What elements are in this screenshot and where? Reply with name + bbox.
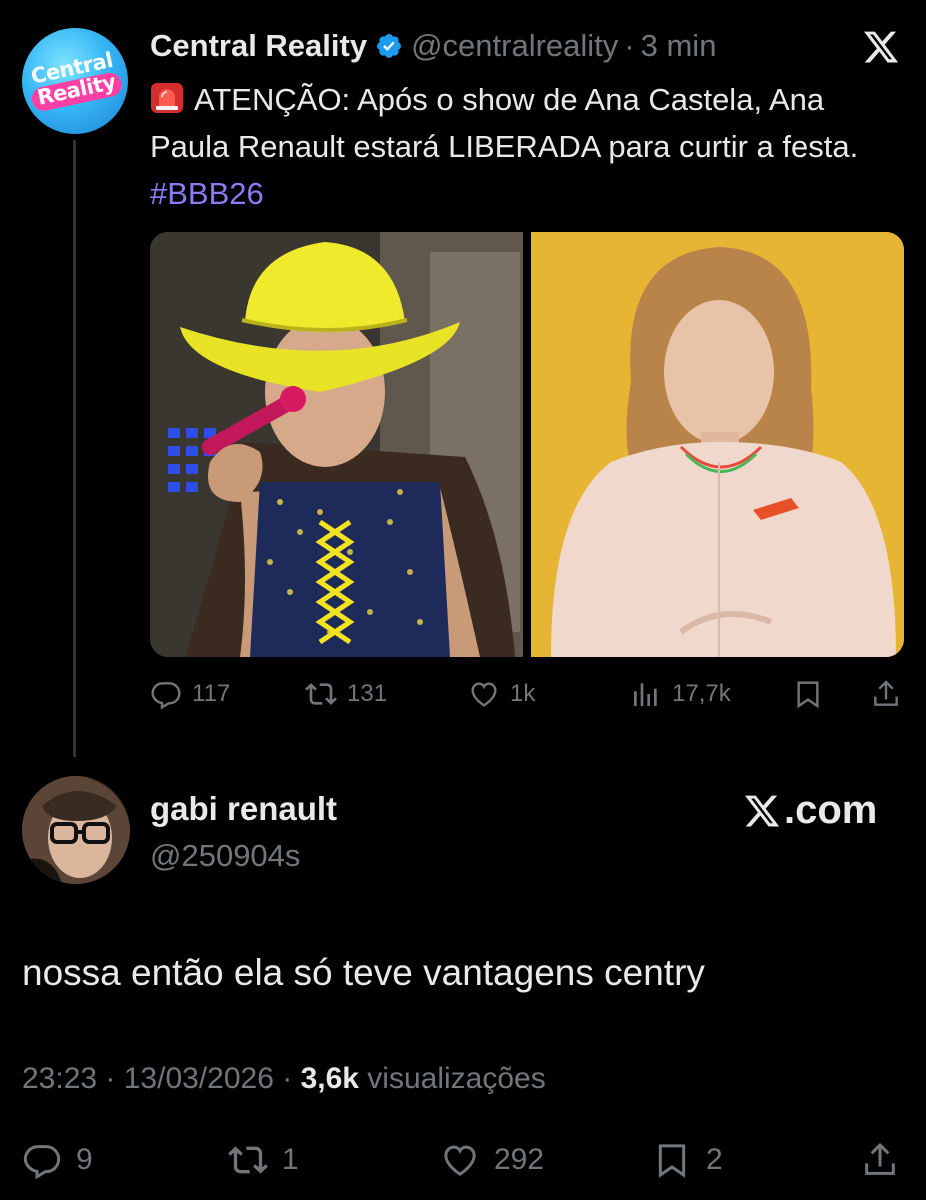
hashtag-link[interactable]: #BBB26	[150, 176, 264, 211]
share-button[interactable]	[870, 678, 912, 710]
siren-icon	[151, 83, 183, 113]
share-icon	[874, 680, 898, 706]
repost-count: 131	[347, 680, 388, 707]
reply-reply-button[interactable]: 9	[22, 1140, 93, 1180]
avatar-logo-text: Central Reality	[26, 48, 125, 113]
author-handle[interactable]: @centralreality	[411, 28, 618, 64]
bookmark-button[interactable]	[792, 678, 834, 710]
reply-views-count: 3,6k	[300, 1062, 359, 1095]
reply-share-button[interactable]	[860, 1140, 914, 1180]
verified-badge-icon	[377, 34, 402, 58]
reply-text: nossa então ela só teve vantagens centry	[22, 952, 705, 993]
like-count: 1k	[510, 680, 536, 707]
photo-woman-yellow-background[interactable]	[531, 232, 904, 657]
views-button[interactable]: 17,7k	[630, 678, 731, 710]
reply-count: 117	[192, 680, 231, 707]
reply-like-count: 292	[494, 1143, 545, 1176]
reply-bookmark-count: 2	[706, 1143, 723, 1176]
heart-icon	[471, 682, 497, 707]
reply-views-label: visualizações	[367, 1062, 546, 1095]
gabi-avatar-art	[22, 776, 130, 884]
tweet-header: Central Reality @centralreality · 3 min	[150, 26, 716, 66]
tweet-body: ATENÇÃO: Após o show de Ana Castela, Ana…	[150, 82, 859, 164]
tweet-text: ATENÇÃO: Após o show de Ana Castela, Ana…	[150, 76, 890, 217]
reply-action-bar: 9 1 292 2	[22, 1140, 908, 1182]
heart-icon	[444, 1145, 476, 1176]
reply-timestamp[interactable]: 23:23 · 13/03/2026 ·	[22, 1062, 292, 1095]
reply-bookmark-button[interactable]: 2	[652, 1140, 723, 1180]
separator-dot: ·	[624, 28, 635, 63]
bookmark-icon	[797, 681, 819, 709]
tweet-time[interactable]: 3 min	[641, 28, 717, 64]
reply-button[interactable]: 117	[150, 678, 230, 710]
reply-repost-count: 1	[282, 1143, 299, 1176]
central-reality-avatar[interactable]: Central Reality	[22, 28, 128, 134]
bookmark-icon	[658, 1144, 686, 1178]
reply-like-button[interactable]: 292	[440, 1140, 544, 1180]
woman-photo-art	[531, 232, 904, 657]
repost-icon	[228, 1146, 268, 1174]
reply-icon	[23, 1145, 61, 1180]
author-display-name[interactable]: Central Reality	[150, 28, 367, 64]
views-count: 17,7k	[672, 680, 731, 707]
x-logo-icon	[863, 31, 899, 63]
reply-handle[interactable]: @250904s	[150, 838, 300, 874]
reply-display-name[interactable]: gabi renault	[150, 790, 337, 828]
thread-line	[73, 140, 76, 757]
repost-button[interactable]: 131	[305, 678, 387, 710]
tweet-media[interactable]	[150, 232, 904, 657]
views-bar-chart-icon	[634, 683, 657, 706]
xcom-watermark: .com	[742, 788, 877, 833]
reply-reply-count: 9	[76, 1143, 93, 1176]
gabi-avatar[interactable]	[22, 776, 130, 884]
reply-icon	[151, 682, 181, 710]
like-button[interactable]: 1k	[468, 678, 535, 710]
repost-icon	[305, 683, 337, 705]
tweet-action-bar: 117 131 1k 17,7k	[150, 678, 904, 718]
xcom-text: .com	[784, 788, 878, 832]
photo-singer-cowboy-hat[interactable]	[150, 232, 523, 657]
x-logo-icon	[744, 795, 780, 826]
singer-photo-art	[150, 232, 523, 657]
reply-meta: 23:23 · 13/03/2026 · 3,6k visualizações	[22, 1062, 546, 1096]
share-icon	[865, 1142, 895, 1175]
reply-repost-button[interactable]: 1	[228, 1140, 299, 1180]
